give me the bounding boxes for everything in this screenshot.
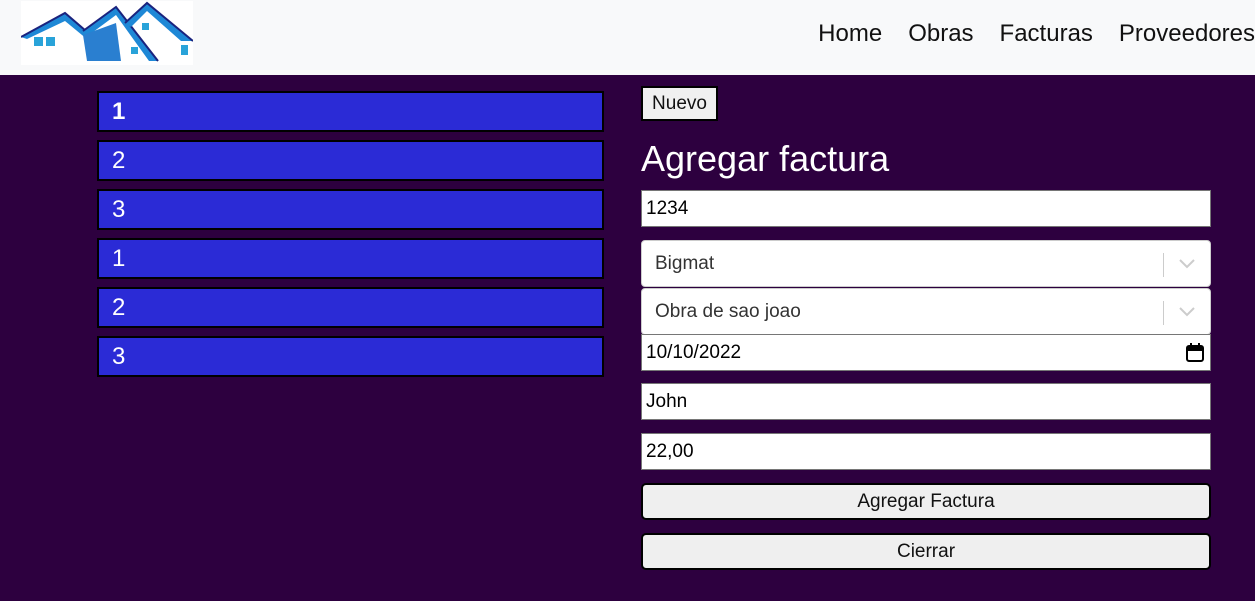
list-item[interactable]: 2: [97, 140, 604, 181]
calendar-icon[interactable]: [1186, 343, 1204, 362]
chevron-down-icon[interactable]: [1178, 257, 1196, 271]
logo-window: [181, 45, 188, 55]
chevron-down-icon[interactable]: [1178, 305, 1196, 319]
invoice-number-input[interactable]: [641, 190, 1211, 227]
navbar: Home Obras Facturas Proveedores: [0, 0, 1255, 75]
select-separator: [1163, 301, 1164, 325]
add-invoice-button[interactable]: Agregar Factura: [641, 483, 1211, 520]
logo-window: [131, 47, 138, 54]
list-item[interactable]: 1: [97, 238, 604, 279]
list-item[interactable]: 1: [97, 91, 604, 132]
nav-link-obras[interactable]: Obras: [908, 21, 973, 47]
work-select[interactable]: Obra de sao joao: [641, 288, 1211, 335]
date-input-value: 10/10/2022: [646, 342, 742, 363]
provider-select-value: Bigmat: [655, 253, 715, 274]
nav-link-home[interactable]: Home: [818, 21, 882, 47]
form-title: Agregar factura: [641, 138, 890, 179]
date-input[interactable]: 10/10/2022: [641, 334, 1211, 371]
amount-input[interactable]: [641, 433, 1211, 470]
select-separator: [1163, 253, 1164, 277]
nav-link-facturas[interactable]: Facturas: [1000, 21, 1093, 47]
work-select-value: Obra de sao joao: [655, 301, 801, 322]
logo-window: [142, 23, 149, 30]
houses-logo[interactable]: [20, 1, 194, 65]
invoice-list: 1 2 3 1 2 3: [97, 91, 604, 385]
close-button[interactable]: Cierrar: [641, 533, 1211, 570]
nav-link-proveedores[interactable]: Proveedores: [1119, 21, 1255, 47]
list-item[interactable]: 2: [97, 287, 604, 328]
logo-window: [34, 37, 43, 46]
list-item[interactable]: 3: [97, 336, 604, 377]
name-input[interactable]: [641, 383, 1211, 420]
new-button[interactable]: Nuevo: [641, 86, 718, 121]
nav-links: Home Obras Facturas Proveedores: [792, 21, 1255, 47]
houses-logo-graphic: [20, 1, 194, 62]
list-item[interactable]: 3: [97, 189, 604, 230]
logo-window: [46, 37, 55, 46]
provider-select[interactable]: Bigmat: [641, 240, 1211, 287]
